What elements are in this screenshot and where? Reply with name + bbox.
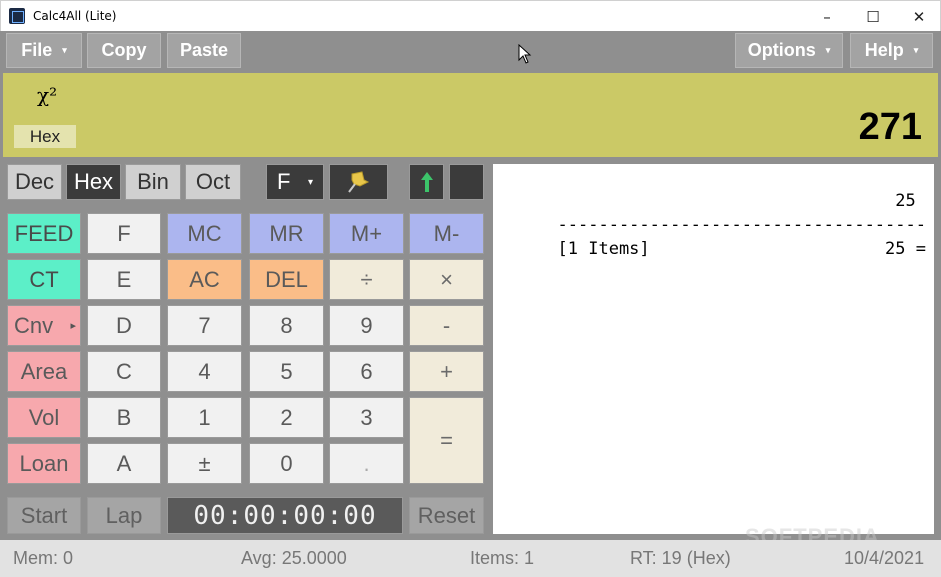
tape-total: [1 Items] 25 = (557, 239, 926, 259)
title-bar: Calc4All (Lite) – ☐ ✕ (0, 0, 941, 31)
help-menu-label: Help (864, 40, 904, 60)
digit-7-button[interactable]: 7 (167, 305, 242, 346)
status-running-total: RT: 19 (Hex) (630, 548, 731, 568)
digit-9-button[interactable]: 9 (329, 305, 404, 346)
paste-button[interactable]: Paste (167, 33, 241, 68)
all-clear-button[interactable]: AC (167, 259, 242, 300)
minimize-button[interactable]: – (804, 1, 850, 32)
convert-label: Cnv (14, 312, 54, 338)
blank-toolbar-button[interactable] (449, 164, 484, 200)
menu-bar: File ▾ Copy Paste Options ▾ Help ▾ (0, 31, 941, 71)
digit-0-button[interactable]: 0 (249, 443, 324, 484)
bin-mode-button[interactable]: Bin (125, 164, 181, 200)
volume-button[interactable]: Vol (7, 397, 81, 438)
format-select-value: F (277, 169, 291, 194)
push-up-button[interactable] (409, 164, 444, 200)
loan-button[interactable]: Loan (7, 443, 81, 484)
pin-icon (347, 171, 369, 193)
tape-entry: 25 (895, 191, 926, 211)
pin-button[interactable] (329, 164, 388, 200)
memory-clear-button[interactable]: MC (167, 213, 242, 254)
maximize-button[interactable]: ☐ (850, 1, 896, 32)
digit-4-button[interactable]: 4 (167, 351, 242, 392)
hex-e-button[interactable]: E (87, 259, 161, 300)
hex-d-button[interactable]: D (87, 305, 161, 346)
format-select[interactable]: F ▾ (266, 164, 324, 200)
area-button[interactable]: Area (7, 351, 81, 392)
chevron-down-icon: ▾ (62, 45, 67, 55)
close-button[interactable]: ✕ (896, 1, 941, 32)
calculation-tape[interactable]: 25 ------------------------------------ … (493, 164, 934, 534)
plus-button[interactable]: + (409, 351, 484, 392)
chevron-right-icon: ▸ (70, 320, 76, 332)
display-mode-badge: Hex (14, 125, 76, 148)
window-title: Calc4All (Lite) (33, 9, 117, 23)
chevron-down-icon: ▾ (307, 176, 313, 188)
digit-3-button[interactable]: 3 (329, 397, 404, 438)
status-average: Avg: 25.0000 (241, 548, 347, 568)
options-menu[interactable]: Options ▾ (735, 33, 843, 68)
memory-recall-button[interactable]: MR (249, 213, 324, 254)
stopwatch-start-button[interactable]: Start (7, 497, 81, 534)
memory-subtract-button[interactable]: M- (409, 213, 484, 254)
status-bar: Mem: 0 Avg: 25.0000 Items: 1 RT: 19 (Hex… (0, 540, 941, 577)
delete-button[interactable]: DEL (249, 259, 324, 300)
memory-add-button[interactable]: M+ (329, 213, 404, 254)
up-arrow-icon (420, 172, 433, 192)
convert-button[interactable]: Cnv ▸ (7, 305, 81, 346)
stopwatch-reset-button[interactable]: Reset (409, 497, 484, 534)
file-menu[interactable]: File ▾ (6, 33, 82, 68)
multiply-button[interactable]: × (409, 259, 484, 300)
equals-button[interactable]: = (409, 397, 484, 484)
hex-f-button[interactable]: F (87, 213, 161, 254)
ct-button[interactable]: CT (7, 259, 81, 300)
feed-button[interactable]: FEED (7, 213, 81, 254)
stopwatch-display: 00:00:00:00 (167, 497, 403, 534)
hex-a-button[interactable]: A (87, 443, 161, 484)
hex-mode-button[interactable]: Hex (66, 164, 121, 200)
tape-separator: ------------------------------------ (557, 215, 926, 235)
stopwatch-lap-button[interactable]: Lap (87, 497, 161, 534)
help-menu[interactable]: Help ▾ (850, 33, 933, 68)
copy-button[interactable]: Copy (87, 33, 161, 68)
digit-1-button[interactable]: 1 (167, 397, 242, 438)
result-display: χ² Hex 271 (3, 73, 938, 157)
digit-8-button[interactable]: 8 (249, 305, 324, 346)
oct-mode-button[interactable]: Oct (185, 164, 241, 200)
minus-button[interactable]: - (409, 305, 484, 346)
status-items: Items: 1 (470, 548, 535, 568)
file-menu-label: File (21, 40, 53, 60)
chevron-down-icon: ▾ (913, 45, 919, 55)
mouse-cursor-icon (518, 44, 532, 64)
dec-mode-button[interactable]: Dec (7, 164, 62, 200)
display-value: 271 (858, 106, 922, 148)
chevron-down-icon: ▾ (825, 45, 831, 55)
decimal-point-button[interactable]: . (329, 443, 404, 484)
digit-5-button[interactable]: 5 (249, 351, 324, 392)
status-memory: Mem: 0 (13, 548, 74, 568)
digit-2-button[interactable]: 2 (249, 397, 324, 438)
plus-minus-button[interactable]: ± (167, 443, 242, 484)
options-menu-label: Options (747, 40, 816, 60)
digit-6-button[interactable]: 6 (329, 351, 404, 392)
hex-c-button[interactable]: C (87, 351, 161, 392)
status-date: 10/4/2021 (844, 548, 925, 568)
hex-b-button[interactable]: B (87, 397, 161, 438)
divide-button[interactable]: ÷ (329, 259, 404, 300)
function-indicator: χ² (37, 83, 58, 107)
app-icon (9, 8, 25, 24)
